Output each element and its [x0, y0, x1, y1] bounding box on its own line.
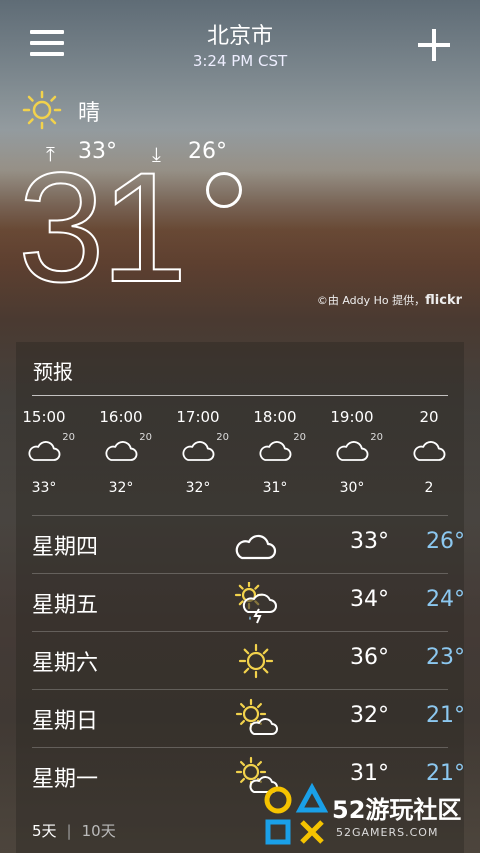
hourly-item: 17:00 20 32°: [159, 408, 237, 496]
day-name: 星期日: [32, 709, 99, 734]
hour-temperature: 33°: [31, 480, 57, 496]
divider: [32, 395, 448, 396]
forecast-range-tabs: 5天 | 10天: [32, 820, 116, 841]
precip-chance: 20: [139, 432, 152, 443]
day-high: 36°: [350, 645, 389, 670]
hour-temperature: 2: [424, 480, 434, 496]
local-time: 3:24 PM CST: [192, 52, 288, 70]
precip-chance: 20: [293, 432, 306, 443]
flickr-logo: flickr: [425, 293, 462, 308]
watermark: 52游玩社区 52GAMERS.COM: [262, 782, 480, 853]
add-location-button[interactable]: [418, 29, 450, 61]
hour-time: 16:00: [99, 408, 143, 426]
hour-time: 19:00: [330, 408, 374, 426]
daily-row[interactable]: 星期日 32° 21°: [32, 689, 465, 747]
daily-row[interactable]: 星期四 33° 26°: [32, 515, 465, 573]
precip-chance: 20: [370, 432, 383, 443]
tab-separator: |: [66, 822, 72, 840]
hour-time: 18:00: [253, 408, 297, 426]
today-low: 26°: [188, 139, 227, 164]
tab-5-day[interactable]: 5天: [32, 822, 57, 840]
day-low: 23°: [426, 645, 465, 670]
cloudy-icon: 20: [16, 432, 83, 472]
hour-time: 17:00: [176, 408, 220, 426]
day-low: 24°: [426, 587, 465, 612]
cloudy-icon: [234, 524, 278, 566]
hour-temperature: 30°: [339, 480, 365, 496]
current-temperature: 31: [17, 141, 189, 315]
precip-chance: 20: [62, 432, 75, 443]
day-low: 21°: [426, 703, 465, 728]
tab-10-day[interactable]: 10天: [82, 822, 116, 840]
city-name[interactable]: 北京市: [0, 18, 480, 50]
hourly-forecast[interactable]: 15:00 20 33° 16:00 20 32° 17:00 20 32° 18:00 20 31°…: [16, 408, 464, 508]
hour-temperature: 32°: [108, 480, 134, 496]
app-header: 北京市 3:24 PM CST: [0, 0, 480, 90]
hour-temperature: 31°: [262, 480, 288, 496]
hourly-item: 15:00 20 33°: [16, 408, 83, 496]
hourly-item: 19:00 20 30°: [313, 408, 391, 496]
forecast-title: 预报: [33, 360, 73, 384]
watermark-url: 52GAMERS.COM: [336, 826, 439, 839]
day-name: 星期六: [32, 651, 99, 676]
daily-row[interactable]: 星期六 36° 23°: [32, 631, 465, 689]
hour-temperature: 32°: [185, 480, 211, 496]
cloudy-icon: 20: [313, 432, 391, 472]
hour-time: 20: [419, 408, 439, 426]
day-name: 星期一: [32, 767, 99, 792]
watermark-brand: 52游玩社区: [332, 796, 462, 824]
day-high: 33°: [350, 529, 389, 554]
hour-time: 15:00: [22, 408, 66, 426]
cloudy-icon: 20: [236, 432, 314, 472]
current-condition: 晴: [78, 101, 101, 126]
hourly-item: 20 2: [390, 408, 464, 496]
cloudy-icon: 20: [82, 432, 160, 472]
hourly-item: 18:00 20 31°: [236, 408, 314, 496]
day-name: 星期五: [32, 593, 99, 618]
photo-credit[interactable]: ©由 Addy Ho 提供，flickr: [317, 292, 462, 308]
sunny-icon: [22, 90, 62, 130]
day-low: 26°: [426, 529, 465, 554]
partly-cloudy-icon: [234, 698, 278, 740]
day-name: 星期四: [32, 535, 99, 560]
degree-symbol-icon: [206, 172, 242, 208]
daily-row[interactable]: 星期五 34° 24°: [32, 573, 465, 631]
precip-chance: 20: [216, 432, 229, 443]
photo-credit-text: ©由 Addy Ho 提供，: [316, 294, 426, 307]
cloudy-icon: 20: [159, 432, 237, 472]
sunny-icon: [234, 640, 278, 682]
gamepad-logo-icon: [264, 782, 328, 845]
thunderstorm-icon: [234, 580, 278, 624]
cloudy-icon: [390, 432, 464, 472]
day-high: 34°: [350, 587, 389, 612]
hourly-item: 16:00 20 32°: [82, 408, 160, 496]
forecast-panel: 预报 15:00 20 33° 16:00 20 32° 17:00 20 32° 18:00 20…: [16, 342, 465, 853]
day-high: 32°: [350, 703, 389, 728]
